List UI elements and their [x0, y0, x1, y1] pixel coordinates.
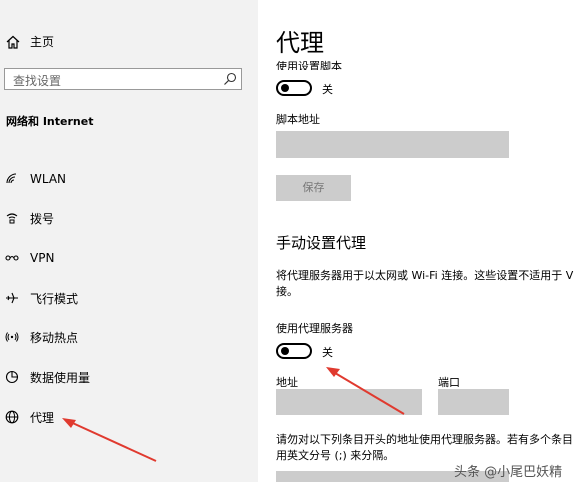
sidebar-item-wlan[interactable]: WLAN — [4, 169, 66, 189]
dialup-icon — [4, 210, 20, 226]
search-icon[interactable] — [223, 72, 237, 86]
sidebar-item-hotspot[interactable]: 移动热点 — [4, 327, 78, 347]
manual-proxy-description: 将代理服务器用于以太网或 Wi-Fi 连接。这些设置不适用于 V 接。 — [276, 268, 588, 300]
sidebar-item-label: 飞行模式 — [30, 291, 79, 306]
proxy-settings-pane: 代理 使用设置脚本 关 脚本地址 保存 手动设置代理 将代理服务器用于以太网或 … — [258, 0, 588, 482]
sidebar-item-label: 拨号 — [30, 211, 55, 226]
globe-icon — [4, 409, 20, 425]
data-usage-icon — [4, 369, 20, 385]
use-proxy-toggle[interactable] — [276, 343, 312, 359]
settings-sidebar: 主页 查找设置 网络和 Internet WLAN 拨号 VPN 飞行模式 移动… — [0, 0, 258, 482]
hotspot-icon — [4, 329, 20, 345]
sidebar-item-proxy[interactable]: 代理 — [4, 407, 54, 427]
script-toggle-state: 关 — [322, 83, 333, 96]
use-proxy-label: 使用代理服务器 — [276, 322, 353, 335]
search-box[interactable]: 查找设置 — [4, 68, 242, 90]
script-address-label: 脚本地址 — [276, 113, 320, 126]
exceptions-description: 请勿对以下列条目开头的地址使用代理服务器。若有多个条目 用英文分号 (;) 来分… — [276, 432, 588, 464]
page-title: 代理 — [276, 29, 324, 57]
watermark: 头条 @小尾巴妖精 — [454, 465, 563, 480]
script-toggle-label: 使用设置脚本 — [276, 60, 342, 70]
script-address-input[interactable] — [276, 131, 509, 158]
sidebar-item-label: VPN — [30, 251, 55, 265]
script-toggle[interactable] — [276, 80, 312, 96]
section-title: 网络和 Internet — [6, 115, 94, 128]
port-input[interactable] — [438, 389, 509, 415]
manual-desc-line: 将代理服务器用于以太网或 Wi-Fi 连接。这些设置不适用于 V — [276, 269, 574, 282]
sidebar-item-label: 代理 — [30, 410, 55, 425]
sidebar-item-data-usage[interactable]: 数据使用量 — [4, 367, 90, 387]
sidebar-item-dialup[interactable]: 拨号 — [4, 208, 54, 228]
home-label: 主页 — [30, 35, 55, 49]
wifi-icon — [4, 171, 20, 187]
port-label: 端口 — [438, 376, 460, 389]
use-proxy-state: 关 — [322, 346, 333, 359]
address-label: 地址 — [276, 376, 298, 389]
vpn-icon — [4, 250, 20, 266]
sidebar-item-label: 移动热点 — [30, 330, 79, 345]
address-input[interactable] — [276, 389, 422, 415]
sidebar-home[interactable]: 主页 — [6, 33, 54, 50]
airplane-icon — [4, 290, 20, 306]
sidebar-item-label: 数据使用量 — [30, 370, 91, 385]
save-button[interactable]: 保存 — [276, 175, 351, 201]
sidebar-item-vpn[interactable]: VPN — [4, 248, 54, 268]
manual-desc-line: 接。 — [276, 285, 298, 298]
sidebar-item-airplane[interactable]: 飞行模式 — [4, 288, 78, 308]
home-icon — [6, 35, 20, 49]
sidebar-item-label: WLAN — [30, 172, 67, 186]
exceptions-line: 请勿对以下列条目开头的地址使用代理服务器。若有多个条目 — [276, 433, 573, 446]
manual-proxy-title: 手动设置代理 — [276, 234, 367, 252]
search-placeholder: 查找设置 — [13, 74, 62, 88]
